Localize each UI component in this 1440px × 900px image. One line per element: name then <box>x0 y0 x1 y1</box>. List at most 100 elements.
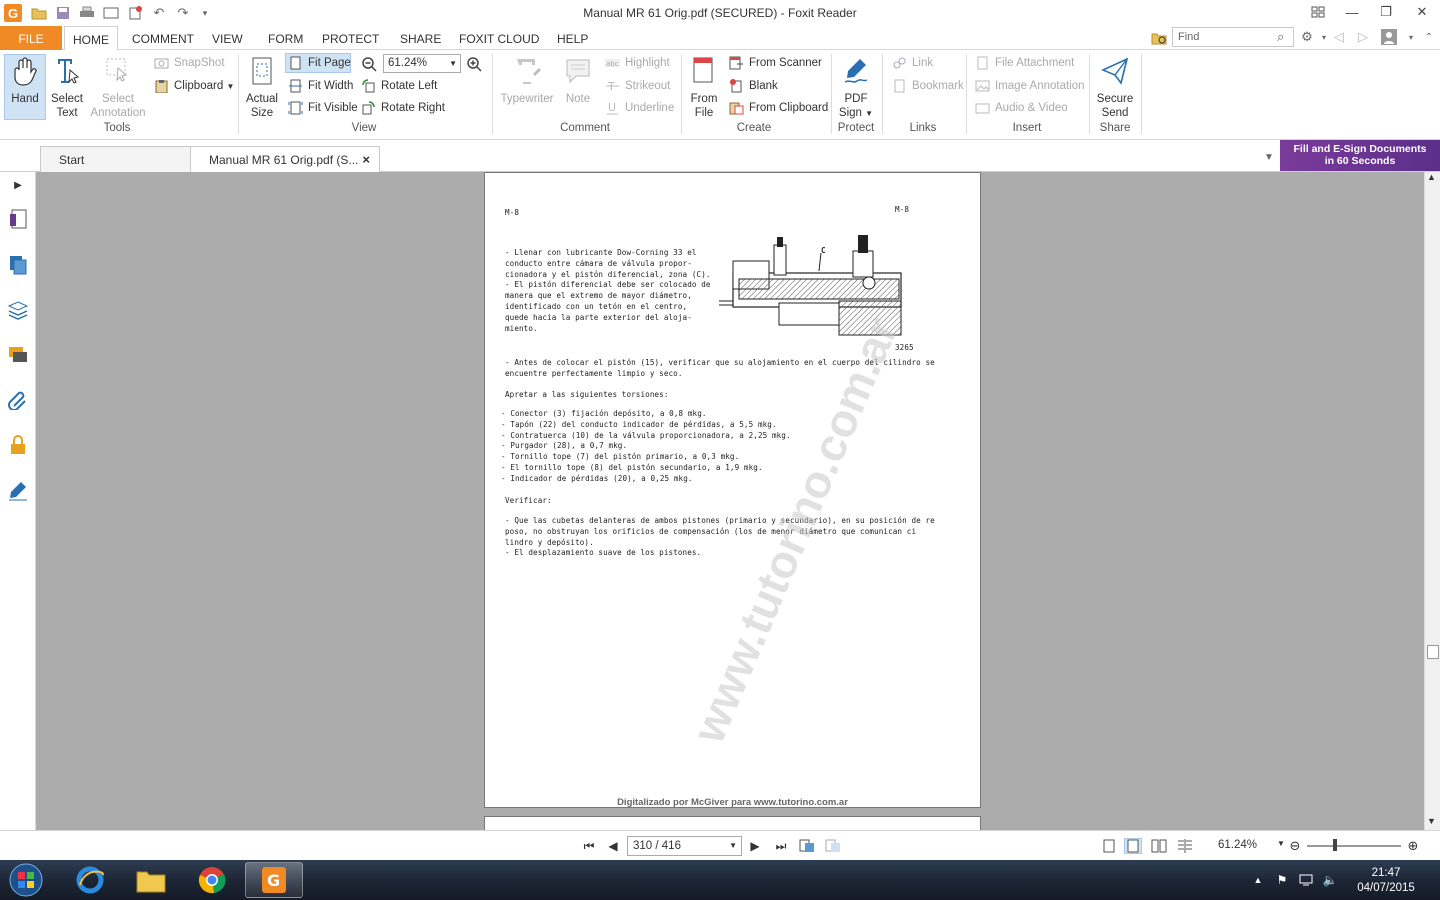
collapse-ribbon-icon[interactable]: ⌃ <box>1420 28 1438 46</box>
zoom-out-icon[interactable]: ⊖ <box>1286 838 1304 854</box>
folder-search-icon[interactable] <box>1150 29 1168 47</box>
document-view[interactable]: M-8 M-8 - Llenar con lubricante Dow-Corn… <box>36 172 1424 830</box>
close-button[interactable]: ✕ <box>1406 2 1438 22</box>
rotate-left-button[interactable]: Rotate Left <box>359 76 437 96</box>
first-page-icon[interactable]: ⏮ <box>580 838 598 854</box>
secure-send-button[interactable]: Secure Send <box>1093 54 1137 120</box>
layers-icon[interactable] <box>5 297 31 323</box>
from-clipboard-button[interactable]: From Clipboard <box>727 98 828 118</box>
promo-banner[interactable]: Fill and E-Sign Documents in 60 Seconds <box>1280 140 1440 171</box>
network-icon[interactable] <box>1298 872 1314 888</box>
page-thumbnails-icon[interactable] <box>5 206 31 232</box>
previous-view-icon[interactable] <box>798 838 816 854</box>
attachments-icon[interactable] <box>5 386 31 412</box>
blank-button[interactable]: Blank <box>727 76 778 96</box>
scroll-thumb[interactable] <box>1427 645 1439 659</box>
from-file-button[interactable]: From File <box>686 54 722 120</box>
zoom-in-icon[interactable]: ⊕ <box>1404 838 1422 854</box>
audio-video-button[interactable]: Audio & Video <box>973 98 1068 118</box>
single-page-view-icon[interactable] <box>1100 838 1118 854</box>
scroll-up-icon[interactable]: ▲ <box>1427 172 1436 182</box>
select-text-tool[interactable]: Select Text <box>48 54 86 120</box>
search-icon[interactable]: ⌕ <box>1277 29 1284 45</box>
zoom-in-icon[interactable] <box>465 55 483 73</box>
text-line: encuentre perfectamente limpio y seco. <box>505 368 683 378</box>
show-hidden-icons-icon[interactable]: ▲ <box>1250 872 1266 888</box>
menu-share[interactable]: SHARE <box>392 26 449 50</box>
zoom-slider-thumb[interactable] <box>1333 839 1337 851</box>
back-icon[interactable]: ◁ <box>1330 28 1348 46</box>
next-view-icon[interactable] <box>824 838 842 854</box>
comments-icon[interactable] <box>5 342 31 368</box>
gear-icon[interactable]: ⚙ <box>1298 28 1316 46</box>
chrome-icon[interactable] <box>183 862 241 898</box>
zoom-level-select[interactable]: 61.24% ▼ <box>383 54 461 73</box>
clipboard-button[interactable]: Clipboard ▼ <box>152 76 234 96</box>
underline-button[interactable]: U Underline <box>603 98 674 118</box>
typewriter-button[interactable]: Typewriter <box>498 54 556 106</box>
fit-visible-button[interactable]: Fit Visible <box>286 98 358 118</box>
strikeout-button[interactable]: TStrikeout <box>603 76 670 96</box>
previous-page-icon[interactable]: ◀ <box>604 838 622 854</box>
internet-explorer-icon[interactable] <box>61 862 119 898</box>
restore-button[interactable]: ❐ <box>1370 2 1402 22</box>
chevron-down-icon[interactable]: ▼ <box>1277 839 1285 848</box>
separator <box>882 54 883 134</box>
file-explorer-icon[interactable] <box>122 862 180 898</box>
actual-size-button[interactable]: Actual Size <box>244 54 280 120</box>
chevron-down-icon[interactable]: ▾ <box>1402 28 1420 46</box>
page-number-input[interactable]: 310 / 416 ▼ <box>627 836 742 856</box>
menu-protect[interactable]: PROTECT <box>314 26 387 50</box>
next-page-icon[interactable]: ▶ <box>746 838 764 854</box>
link-button[interactable]: Link <box>890 53 933 73</box>
menu-view[interactable]: VIEW <box>204 26 251 50</box>
last-page-icon[interactable]: ⏭ <box>772 838 790 854</box>
user-icon[interactable] <box>1380 28 1398 46</box>
continuous-facing-view-icon[interactable] <box>1176 838 1194 854</box>
foxit-reader-taskbar-icon[interactable]: G <box>245 862 303 898</box>
lock-icon[interactable] <box>5 432 31 458</box>
image-annotation-button[interactable]: Image Annotation <box>973 76 1085 96</box>
group-label-links: Links <box>909 122 937 134</box>
scroll-down-icon[interactable]: ▼ <box>1427 816 1436 826</box>
menu-home[interactable]: HOME <box>64 26 118 51</box>
from-scanner-button[interactable]: From Scanner <box>727 53 822 73</box>
menu-file[interactable]: FILE <box>0 26 62 50</box>
highlight-button[interactable]: abc Highlight <box>603 53 670 73</box>
note-button[interactable]: Note <box>561 54 595 106</box>
file-attachment-button[interactable]: File Attachment <box>973 53 1074 73</box>
group-label-tools: Tools <box>103 122 131 134</box>
action-center-flag-icon[interactable]: ⚑ <box>1274 872 1290 888</box>
menu-help[interactable]: HELP <box>549 26 596 50</box>
tab-list-dropdown-icon[interactable]: ▼ <box>1260 148 1278 166</box>
menu-foxit-cloud[interactable]: FOXIT CLOUD <box>451 26 547 50</box>
pages-icon[interactable] <box>5 252 31 278</box>
fit-width-button[interactable]: Fit Width <box>286 76 353 96</box>
select-annotation-tool[interactable]: Select Annotation <box>88 54 148 120</box>
rotate-right-button[interactable]: Rotate Right <box>359 98 445 118</box>
bookmark-button[interactable]: Bookmark <box>890 76 964 96</box>
forward-icon[interactable]: ▷ <box>1354 28 1372 46</box>
menu-comment[interactable]: COMMENT <box>124 26 202 50</box>
ribbon-display-icon[interactable] <box>1302 2 1334 22</box>
menu-form[interactable]: FORM <box>260 26 311 50</box>
find-input[interactable]: Find ⌕ <box>1172 27 1294 47</box>
continuous-view-icon[interactable] <box>1124 838 1142 854</box>
zoom-slider[interactable] <box>1307 845 1401 847</box>
facing-view-icon[interactable] <box>1150 838 1168 854</box>
volume-icon[interactable]: 🔈 <box>1322 872 1338 888</box>
tab-start[interactable]: Start <box>40 146 192 172</box>
zoom-out-icon[interactable] <box>360 55 378 73</box>
snapshot-button[interactable]: SnapShot <box>152 53 225 73</box>
vertical-scrollbar[interactable]: ▲ ▼ <box>1424 172 1440 830</box>
pdf-sign-button[interactable]: PDF Sign ▼ <box>836 54 876 121</box>
hand-tool[interactable]: Hand <box>6 54 44 106</box>
tab-document[interactable]: Manual MR 61 Orig.pdf (S... × <box>190 146 380 173</box>
start-button[interactable] <box>0 862 52 898</box>
system-clock[interactable]: 21:47 04/07/2015 <box>1346 866 1426 896</box>
close-tab-icon[interactable]: × <box>362 147 370 173</box>
signature-icon[interactable] <box>5 478 31 504</box>
fit-page-button[interactable]: Fit Page <box>286 53 351 73</box>
minimize-button[interactable]: — <box>1336 2 1368 22</box>
expand-panel-icon[interactable]: ▶ <box>5 172 31 198</box>
